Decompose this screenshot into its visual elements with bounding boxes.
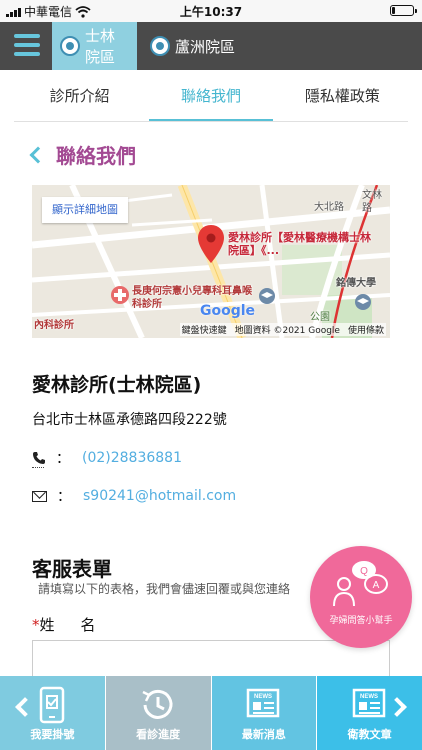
map-pin-label: 愛林診所【愛林醫療機構士林院區】《... xyxy=(228,231,371,257)
bottom-nav: 我要掛號 看診進度 NEWS 最新消息 NEWS 衛教文章 xyxy=(0,676,422,750)
campus-logo-icon xyxy=(150,36,170,56)
nav-label: 衛教文章 xyxy=(347,728,392,741)
app-header: 士林院區 蘆洲院區 xyxy=(0,22,422,70)
view-larger-map-button[interactable]: 顯示詳細地圖 xyxy=(42,197,128,223)
nav-book-appointment[interactable]: 我要掛號 xyxy=(0,676,105,750)
map-footer: 鍵盤快速鍵 地圖資料 ©2021 Google 使用條款 xyxy=(179,323,386,336)
pregnancy-helper-button[interactable]: Q A 孕婦問答小幫手 xyxy=(310,546,412,648)
news-icon: NEWS xyxy=(352,688,385,718)
clinic-name: 愛林診所(士林院區) xyxy=(32,374,202,396)
school-marker-icon xyxy=(259,288,275,304)
email-link[interactable]: s90241@hotmail.com xyxy=(83,488,236,504)
map-embed[interactable]: 顯示詳細地圖 愛林診所【愛林醫療機構士林院區】《... 長庚何宗憲小兒專科耳鼻喉… xyxy=(32,185,390,338)
tab-privacy-policy[interactable]: 隱私權政策 xyxy=(277,70,408,122)
news-icon: NEWS xyxy=(246,688,280,718)
form-hint: 請填寫以下的表格，我們會儘速回覆或與您連絡 xyxy=(38,582,291,596)
helper-label: 孕婦問答小幫手 xyxy=(329,616,393,626)
google-logo: Google xyxy=(200,303,256,319)
campus-label: 士林院區 xyxy=(85,27,116,66)
phone-check-icon xyxy=(40,686,65,724)
school-marker-icon xyxy=(355,294,371,310)
status-bar: 中華電信 上午10:37 xyxy=(0,0,422,22)
terms-link[interactable]: 使用條款 xyxy=(348,323,384,336)
phone-row: ： (02)28836881 xyxy=(32,448,182,468)
name-input[interactable] xyxy=(32,640,390,680)
clinic-address: 台北市士林區承德路四段222號 xyxy=(32,412,227,428)
phone-underline xyxy=(32,467,44,468)
svg-text:NEWS: NEWS xyxy=(254,694,272,700)
map-road-label: 文林路 xyxy=(362,190,382,214)
nav-visit-progress[interactable]: 看診進度 xyxy=(104,676,211,750)
map-pin-icon[interactable] xyxy=(198,225,224,263)
campus-logo-icon xyxy=(60,36,80,56)
nav-latest-news[interactable]: NEWS 最新消息 xyxy=(210,676,317,750)
svg-text:NEWS: NEWS xyxy=(360,694,378,700)
map-attribution: 地圖資料 ©2021 Google xyxy=(234,326,340,336)
battery-icon xyxy=(390,5,417,16)
tab-clinic-intro[interactable]: 診所介紹 xyxy=(14,70,145,122)
page-title: 聯絡我們 xyxy=(29,140,136,169)
campus-label: 蘆洲院區 xyxy=(175,37,236,56)
map-road-label: 大北路 xyxy=(314,202,344,213)
mail-icon xyxy=(32,490,47,502)
name-label-part2: 名 xyxy=(80,616,96,634)
keyboard-shortcuts-link[interactable]: 鍵盤快速鍵 xyxy=(182,323,227,336)
name-label-part1: 姓 xyxy=(39,616,55,634)
phone-link[interactable]: (02)28836881 xyxy=(82,450,182,466)
nav-health-articles[interactable]: NEWS 衛教文章 xyxy=(316,676,422,750)
nav-next-arrow-icon[interactable] xyxy=(387,697,407,717)
name-field-label: *姓 名 xyxy=(32,614,96,635)
nav-label: 我要掛號 xyxy=(30,728,75,741)
menu-icon[interactable] xyxy=(14,34,40,56)
history-clock-icon xyxy=(142,689,173,719)
nav-label: 最新消息 xyxy=(241,728,286,741)
tab-contact-us[interactable]: 聯絡我們 xyxy=(145,70,276,122)
campus-tab-luzhou[interactable]: 蘆洲院區 xyxy=(142,22,243,70)
map-poi-university: 銘傳大學 xyxy=(336,278,376,289)
tabs-divider xyxy=(14,121,408,122)
qa-helper-icon: Q A xyxy=(333,561,388,607)
nav-prev-arrow-icon[interactable] xyxy=(15,697,35,717)
nav-label: 看診進度 xyxy=(136,728,181,741)
phone-icon xyxy=(33,452,45,464)
campus-tab-shilin[interactable]: 士林院區 xyxy=(52,22,137,70)
form-title: 客服表單 xyxy=(32,557,112,581)
page-title-text: 聯絡我們 xyxy=(56,144,136,168)
phone-colon: ： xyxy=(56,451,70,467)
section-tabs: 診所介紹 聯絡我們 隱私權政策 xyxy=(14,70,408,122)
email-row: ： s90241@hotmail.com xyxy=(32,486,236,506)
hospital-marker-icon xyxy=(111,286,129,304)
email-colon: ： xyxy=(57,489,71,505)
back-chevron-icon[interactable] xyxy=(29,146,47,163)
map-poi-internal: 內科診所 xyxy=(34,320,74,331)
status-time: 上午10:37 xyxy=(179,5,243,19)
svg-text:Q: Q xyxy=(360,566,368,577)
svg-text:A: A xyxy=(373,580,380,591)
required-mark: * xyxy=(32,616,40,634)
